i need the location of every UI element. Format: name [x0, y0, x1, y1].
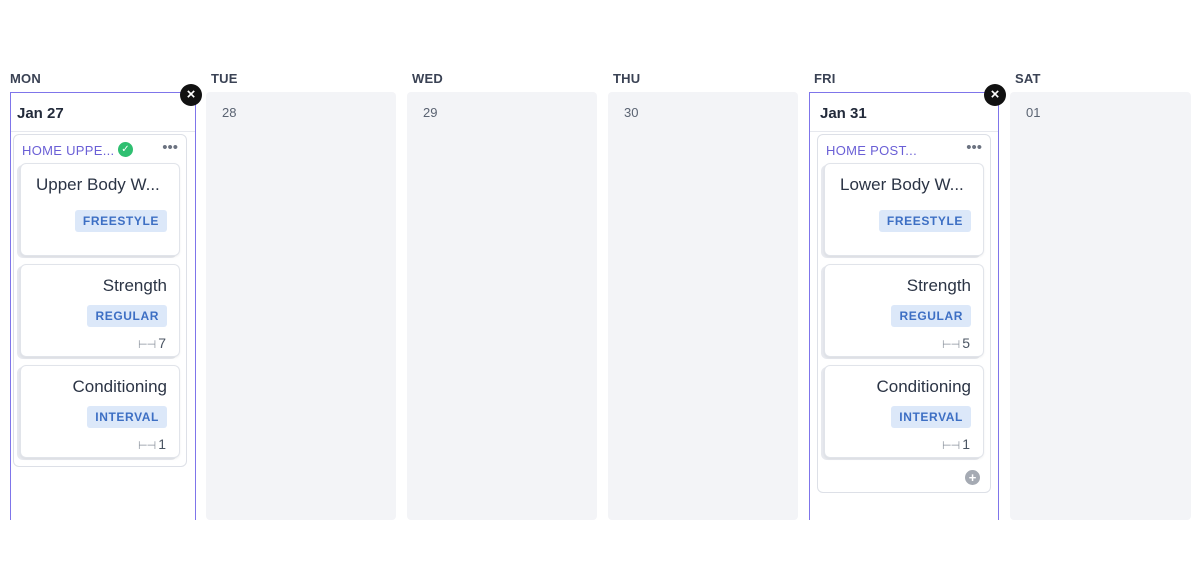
workout-type-badge: REGULAR [87, 305, 167, 327]
day-column-wed[interactable]: 29 [407, 92, 597, 520]
add-icon[interactable]: + [965, 470, 980, 485]
day-label-fri: FRI [814, 71, 836, 86]
date-label: 30 [624, 105, 639, 120]
date-header: Jan 27 [11, 93, 195, 132]
workout-card[interactable]: Strength REGULAR ⊢⊣ 7 [20, 264, 180, 357]
workout-type-badge: REGULAR [891, 305, 971, 327]
program-header: HOME UPPE... ✓ ••• [14, 135, 186, 163]
dumbbell-icon: ⊢⊣ [942, 440, 960, 452]
day-label-wed: WED [412, 71, 443, 86]
day-column-mon[interactable]: Jan 27 HOME UPPE... ✓ ••• Upper Body W..… [10, 92, 196, 520]
workout-type-badge: FREESTYLE [878, 210, 971, 232]
dumbbell-icon: ⊢⊣ [138, 339, 156, 351]
workout-card[interactable]: Upper Body W... FREESTYLE [20, 163, 180, 256]
program-card[interactable]: HOME UPPE... ✓ ••• Upper Body W... FREES… [13, 134, 187, 467]
exercise-count: ⊢⊣ 7 [138, 335, 166, 351]
workout-title: Strength [102, 276, 167, 295]
date-label: 28 [222, 105, 237, 120]
workout-type-badge: FREESTYLE [74, 210, 167, 232]
workout-type-badge: INTERVAL [891, 406, 971, 428]
workout-title: Conditioning [72, 377, 167, 396]
day-column-thu[interactable]: 30 [608, 92, 798, 520]
day-column-fri[interactable]: Jan 31 HOME POST... ••• Lower Body W... … [809, 92, 999, 520]
exercise-count-value: 5 [962, 335, 970, 351]
workout-card[interactable]: Conditioning INTERVAL ⊢⊣ 1 [824, 365, 984, 458]
program-header: HOME POST... ••• [818, 135, 990, 163]
workout-type-badge: INTERVAL [87, 406, 167, 428]
day-column-sat[interactable]: 01 [1010, 92, 1191, 520]
exercise-count-value: 7 [158, 335, 166, 351]
more-options-icon[interactable]: ••• [966, 139, 982, 156]
dumbbell-icon: ⊢⊣ [942, 339, 960, 351]
workout-title: Lower Body W... [840, 175, 964, 194]
exercise-count-value: 1 [158, 436, 166, 452]
date-label: Jan 27 [17, 105, 64, 122]
program-card[interactable]: HOME POST... ••• Lower Body W... FREESTY… [817, 134, 991, 493]
day-label-tue: TUE [211, 71, 238, 86]
dumbbell-icon: ⊢⊣ [138, 440, 156, 452]
check-icon: ✓ [118, 142, 133, 157]
exercise-count: ⊢⊣ 1 [138, 436, 166, 452]
date-label: 01 [1026, 105, 1041, 120]
day-label-sat: SAT [1015, 71, 1041, 86]
date-label: Jan 31 [820, 105, 867, 122]
date-header: Jan 31 [810, 93, 998, 132]
workout-card[interactable]: Strength REGULAR ⊢⊣ 5 [824, 264, 984, 357]
workout-card[interactable]: Conditioning INTERVAL ⊢⊣ 1 [20, 365, 180, 458]
date-label: 29 [423, 105, 438, 120]
workout-card[interactable]: Lower Body W... FREESTYLE [824, 163, 984, 256]
day-label-mon: MON [10, 71, 41, 86]
workout-title: Strength [906, 276, 971, 295]
add-workout-row: + [818, 466, 990, 492]
program-title[interactable]: HOME UPPE... [22, 143, 114, 158]
more-options-icon[interactable]: ••• [162, 139, 178, 156]
close-icon[interactable]: × [180, 84, 202, 106]
day-column-tue[interactable]: 28 [206, 92, 396, 520]
program-title[interactable]: HOME POST... [826, 143, 917, 158]
exercise-count: ⊢⊣ 5 [942, 335, 970, 351]
day-label-thu: THU [613, 71, 641, 86]
close-icon[interactable]: × [984, 84, 1006, 106]
workout-title: Upper Body W... [36, 175, 160, 194]
workout-title: Conditioning [876, 377, 971, 396]
exercise-count-value: 1 [962, 436, 970, 452]
exercise-count: ⊢⊣ 1 [942, 436, 970, 452]
